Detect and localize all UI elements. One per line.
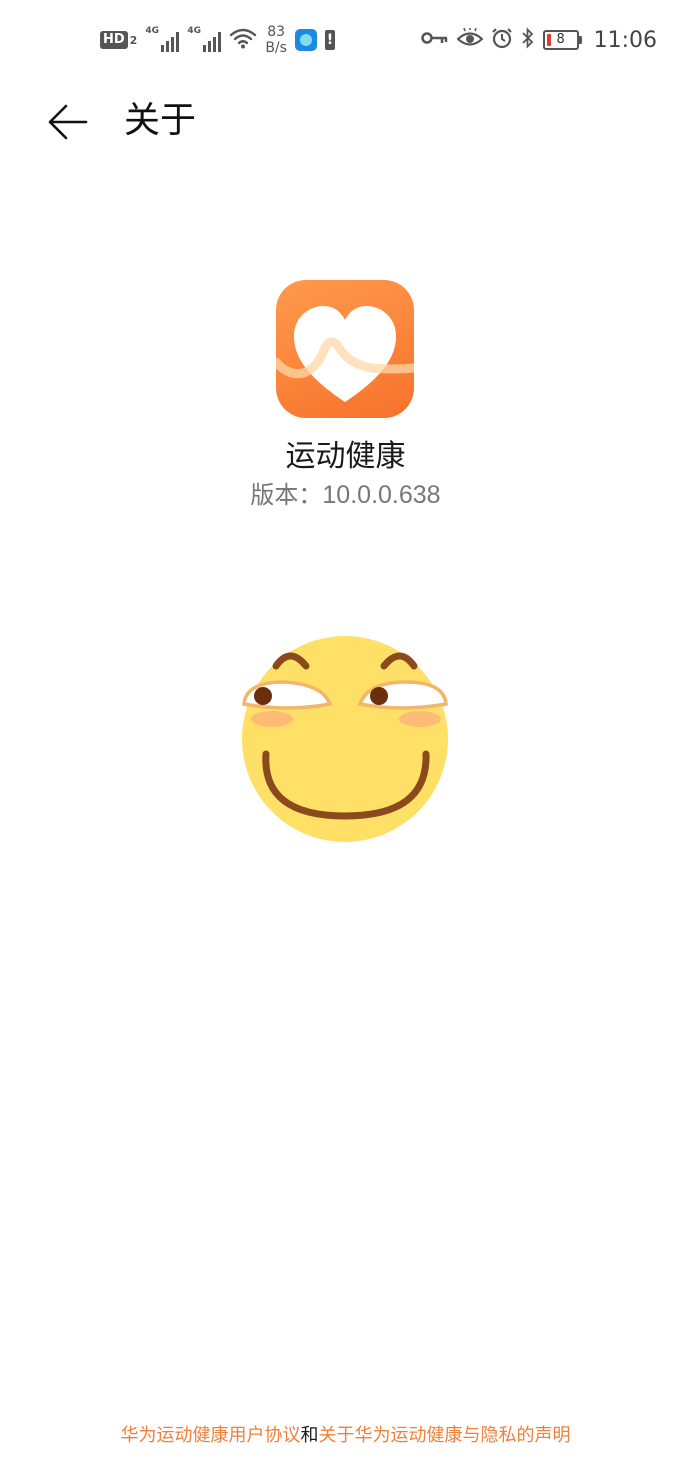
hd-icon: HD 2 [100,31,137,49]
hd-sim-label: 2 [129,33,138,47]
battery-level: 8 [556,32,565,47]
privacy-statement-link[interactable]: 关于华为运动健康与隐私的声明 [319,1425,571,1446]
page-title: 关于 [124,100,197,141]
app-name: 运动健康 [285,439,406,474]
network-speed: 83 B/s [265,24,287,56]
bluetooth-icon [521,27,535,53]
network-speed-value: 83 [267,24,286,40]
signal-icon: 4G [187,26,222,52]
smirk-emoji [238,630,452,846]
heart-rate-app-icon [276,280,414,418]
status-bar: HD 2 4G 4G 83 B/s ! 8 11:06 [0,0,691,80]
arrow-left-icon [48,104,88,140]
network-type-label: 4G [145,26,159,36]
app-version: 版本：10.0.0.638 [0,478,691,512]
back-button[interactable] [46,100,90,144]
app-notification-icon [294,29,317,51]
wifi-icon [229,27,257,53]
version-value: 10.0.0.638 [322,481,441,509]
eye-icon [455,27,484,52]
network-speed-unit: B/s [265,40,287,56]
network-type-label: 4G [187,26,201,36]
signal-icon: 4G [145,26,180,52]
status-time: 11:06 [593,27,657,53]
key-icon [420,30,449,50]
battery-icon: 8 [542,30,582,50]
battery-alert-icon [324,30,335,50]
hd-label: HD [100,31,128,49]
status-bar-left: HD 2 4G 4G 83 B/s [100,22,335,58]
version-label: 版本： [250,481,323,509]
user-agreement-link[interactable]: 华为运动健康用户协议 [121,1425,301,1446]
status-bar-right: 8 11:06 [420,22,657,58]
legal-links: 华为运动健康用户协议和关于华为运动健康与隐私的声明 [0,1422,691,1450]
alarm-icon [491,27,513,53]
link-conjunction: 和 [300,1425,319,1446]
